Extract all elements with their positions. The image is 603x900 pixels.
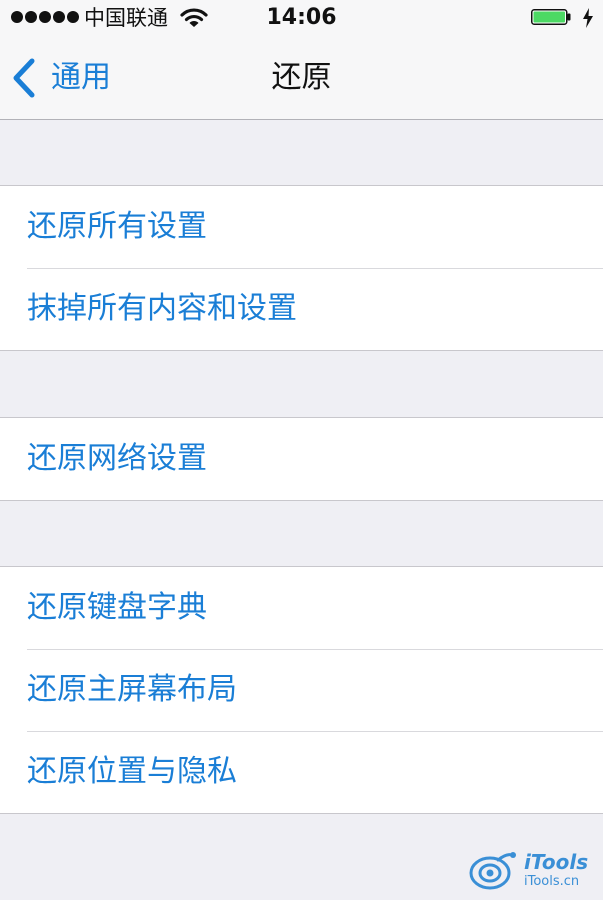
top-bar: 中国联通 14:06 通用 还原 — [0, 0, 603, 120]
list-item-label: 还原位置与隐私 — [27, 754, 237, 789]
reset-settings-screen: 中国联通 14:06 通用 还原 还原所有设置 抹掉所有内容和设置 还原网络设置… — [0, 0, 603, 900]
page-title: 还原 — [271, 60, 332, 95]
list-item-label: 还原键盘字典 — [27, 590, 207, 625]
list-item-label: 还原主屏幕布局 — [27, 672, 237, 707]
status-bar: 中国联通 14:06 — [0, 0, 603, 36]
list-item-label: 还原网络设置 — [27, 441, 207, 476]
list-item-reset-keyboard-dictionary[interactable]: 还原键盘字典 — [0, 567, 603, 649]
list-item-label: 还原所有设置 — [27, 209, 207, 244]
charging-bolt-icon — [583, 8, 593, 28]
list-item-reset-all-settings[interactable]: 还原所有设置 — [0, 186, 603, 268]
status-time: 14:06 — [266, 5, 337, 30]
itools-logo-icon — [469, 852, 516, 890]
list-item-label: 抹掉所有内容和设置 — [27, 291, 297, 326]
battery-icon — [531, 9, 571, 25]
settings-group-network: 还原网络设置 — [0, 417, 603, 501]
navigation-bar: 通用 还原 — [0, 36, 603, 119]
list-item-reset-home-screen-layout[interactable]: 还原主屏幕布局 — [0, 649, 603, 731]
itools-watermark: iTools iTools.cn — [466, 848, 596, 894]
settings-group-reset-all: 还原所有设置 抹掉所有内容和设置 — [0, 185, 603, 351]
list-item-reset-network-settings[interactable]: 还原网络设置 — [0, 418, 603, 500]
settings-group-misc-reset: 还原键盘字典 还原主屏幕布局 还原位置与隐私 — [0, 566, 603, 814]
watermark-brand: iTools — [524, 850, 589, 874]
list-item-reset-location-privacy[interactable]: 还原位置与隐私 — [0, 731, 603, 813]
list-item-erase-all-content[interactable]: 抹掉所有内容和设置 — [0, 268, 603, 350]
watermark-url: iTools.cn — [524, 874, 580, 889]
